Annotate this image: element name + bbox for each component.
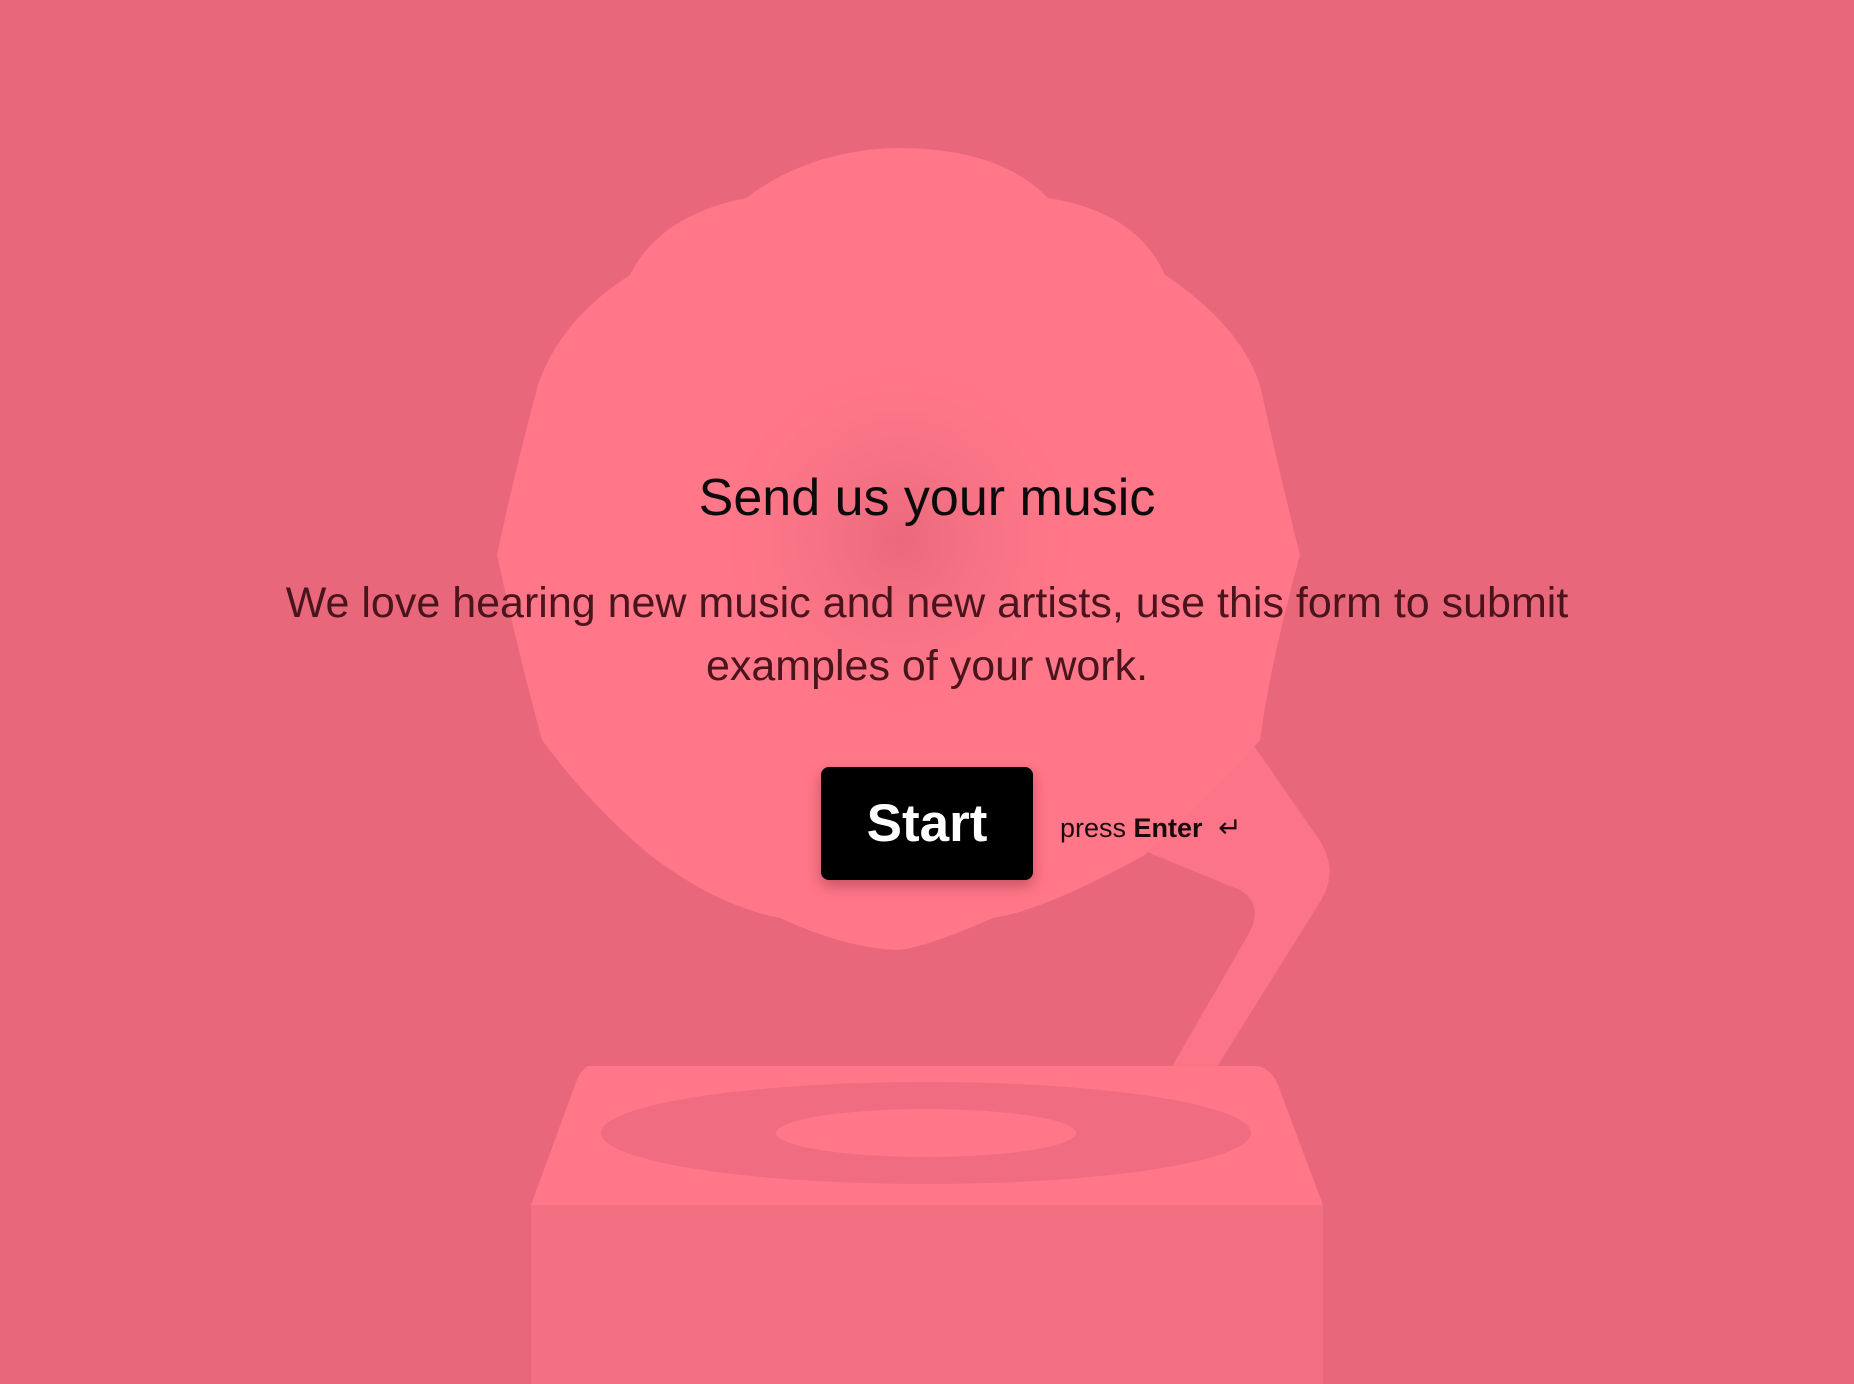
hint-prefix: press (1060, 813, 1127, 843)
start-button[interactable]: Start (821, 767, 1033, 880)
page-description: We love hearing new music and new artist… (285, 579, 1569, 690)
page-title: Send us your music (698, 469, 1156, 527)
return-key-icon: ↵ (1218, 812, 1242, 843)
keyboard-hint: press Enter ↵ (1060, 808, 1242, 848)
hint-key: Enter (1133, 813, 1203, 843)
welcome-screen: Send us your music We love hearing new m… (0, 0, 1854, 1384)
